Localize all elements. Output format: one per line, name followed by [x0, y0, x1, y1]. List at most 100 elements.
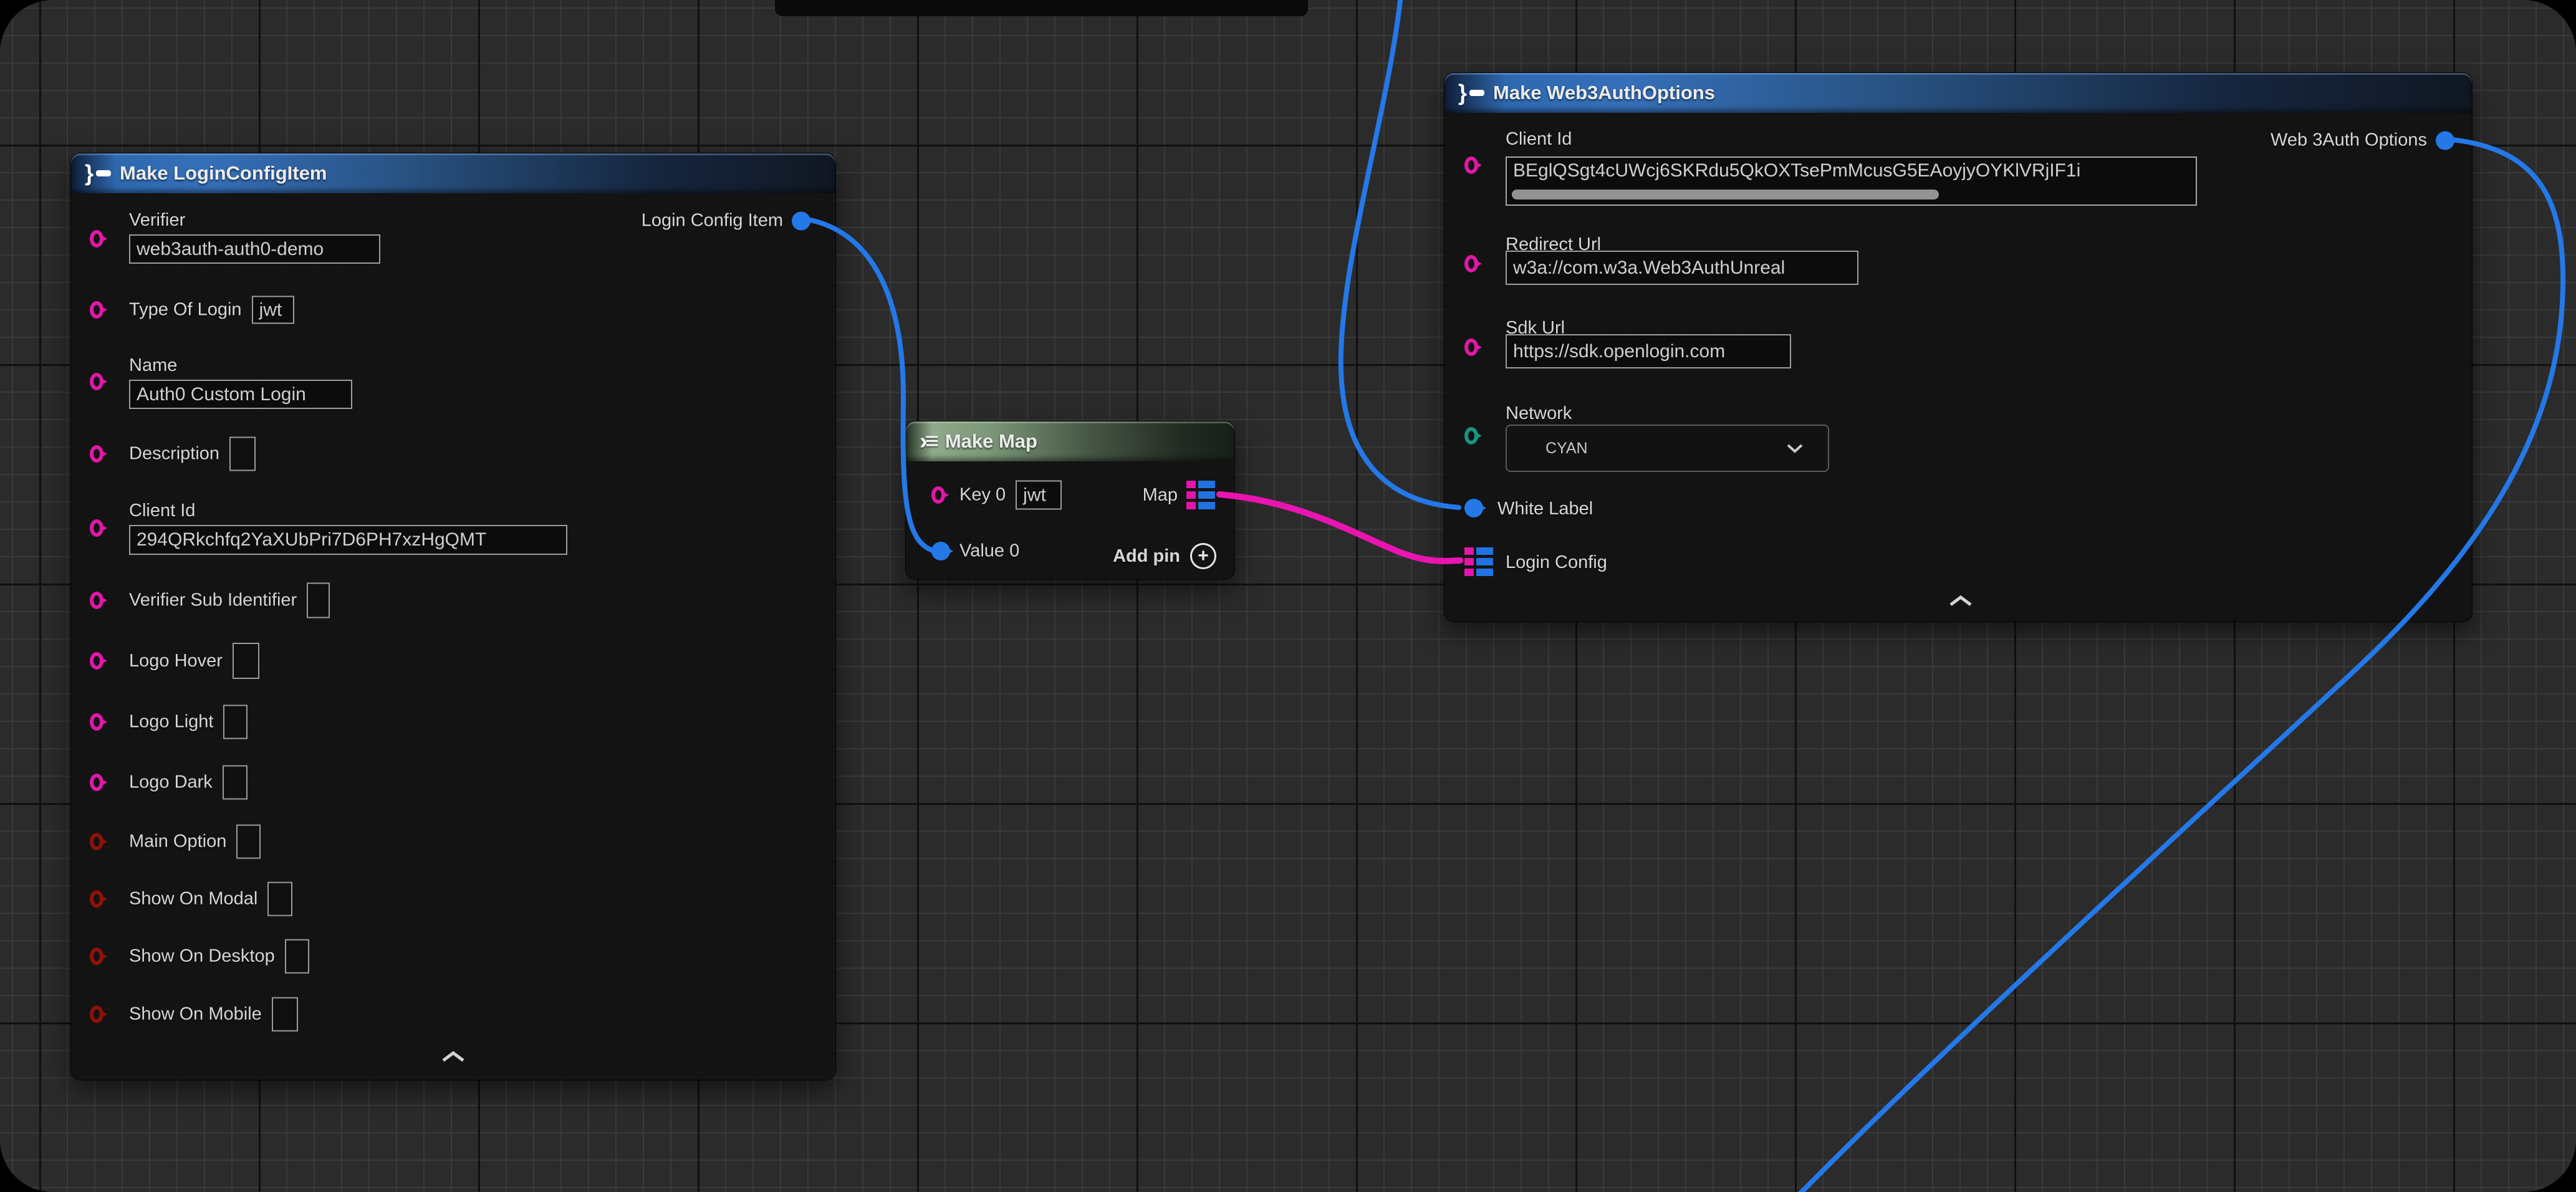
- map-pin-cell: [1476, 569, 1493, 576]
- show-on-mobile-checkbox[interactable]: [272, 997, 298, 1032]
- pin-type-of-login[interactable]: [90, 301, 103, 319]
- pin-logo-hover[interactable]: [90, 652, 103, 670]
- row-main-option: Main Option: [129, 825, 261, 859]
- show-on-modal-label: Show On Modal: [129, 889, 257, 910]
- description-label: Description: [129, 444, 219, 464]
- row-verifier-sub-identifier: Verifier Sub Identifier: [129, 583, 330, 618]
- row-show-on-modal: Show On Modal: [129, 882, 292, 916]
- sdk-url-input[interactable]: https://sdk.openlogin.com: [1506, 334, 1791, 368]
- logo-dark-label: Logo Dark: [129, 772, 213, 793]
- output-row-map: Map: [1143, 481, 1215, 509]
- map-pin-cell: [1476, 547, 1493, 555]
- blueprint-graph-canvas[interactable]: } Make LoginConfigItem Login Config Item: [0, 0, 2576, 1192]
- row-verifier: Verifier web3auth-auth0-demo: [129, 210, 380, 264]
- show-on-desktop-checkbox[interactable]: [285, 940, 309, 974]
- client-id-input[interactable]: 294QRkchfq2YaXUbPri7D6PH7xzHgQMT: [129, 525, 567, 555]
- node-title: Make Map: [945, 430, 1037, 453]
- redirect-url-input[interactable]: w3a://com.w3a.Web3AuthUnreal: [1506, 251, 1858, 285]
- add-pin-plus-icon: +: [1190, 543, 1216, 569]
- logo-dark-input[interactable]: [223, 766, 248, 800]
- node-title: Make Web3AuthOptions: [1493, 82, 1715, 104]
- collapse-chevron-icon[interactable]: [1948, 594, 1974, 611]
- verifier-sub-identifier-input[interactable]: [307, 583, 330, 618]
- collapse-chevron-icon[interactable]: [440, 1050, 466, 1067]
- make-map-icon: ›≡: [920, 428, 936, 455]
- map-pin-cell: [1464, 569, 1474, 576]
- row-logo-hover: Logo Hover: [129, 643, 259, 679]
- pin-main-option[interactable]: [90, 833, 103, 850]
- node-make-loginconfigitem[interactable]: } Make LoginConfigItem Login Config Item: [70, 153, 836, 1080]
- wire-top-to-white-label[interactable]: [1341, 0, 1459, 507]
- output-row-web3auth-options: Web 3Auth Options: [2271, 130, 2454, 151]
- web3auth-options-output-label: Web 3Auth Options: [2271, 130, 2427, 151]
- wire-map-to-login-config[interactable]: [1219, 494, 1460, 561]
- pin-sdk-url[interactable]: [1464, 339, 1478, 356]
- map-pin-cell: [1198, 481, 1215, 488]
- pin-logo-dark[interactable]: [90, 774, 103, 791]
- node-header-make-web3authoptions[interactable]: } Make Web3AuthOptions: [1444, 73, 2472, 113]
- type-of-login-input[interactable]: jwt: [252, 296, 294, 324]
- map-pin-cell: [1198, 502, 1215, 509]
- network-selected-value: CYAN: [1545, 440, 1785, 458]
- name-input[interactable]: Auth0 Custom Login: [129, 380, 352, 409]
- show-on-mobile-label: Show On Mobile: [129, 1004, 262, 1025]
- pin-redirect-url[interactable]: [1464, 255, 1478, 272]
- main-option-label: Main Option: [129, 832, 226, 852]
- row-show-on-desktop: Show On Desktop: [129, 940, 309, 974]
- map-pin-cell: [1186, 481, 1196, 488]
- pin-login-config[interactable]: [1464, 547, 1493, 576]
- pin-logo-light[interactable]: [90, 713, 103, 731]
- row-logo-light: Logo Light: [129, 705, 248, 739]
- row-name: Name Auth0 Custom Login: [129, 355, 352, 409]
- pin-white-label[interactable]: [1464, 499, 1483, 517]
- logo-light-label: Logo Light: [129, 712, 213, 733]
- pin-client-id[interactable]: [1464, 156, 1478, 174]
- client-id-label: Client Id: [1506, 129, 1572, 150]
- show-on-modal-checkbox[interactable]: [267, 882, 292, 916]
- pin-verifier-sub-identifier[interactable]: [90, 592, 103, 609]
- pin-show-on-desktop[interactable]: [90, 948, 103, 965]
- pin-client-id[interactable]: [90, 519, 103, 537]
- map-output-label: Map: [1143, 485, 1178, 506]
- verifier-label: Verifier: [129, 210, 380, 231]
- node-header-make-loginconfigitem[interactable]: } Make LoginConfigItem: [71, 153, 835, 193]
- type-of-login-label: Type Of Login: [129, 300, 242, 320]
- pin-show-on-mobile[interactable]: [90, 1006, 103, 1023]
- pin-show-on-modal[interactable]: [90, 890, 103, 908]
- logo-hover-input[interactable]: [233, 643, 259, 679]
- pin-verifier[interactable]: [90, 230, 103, 248]
- network-dropdown[interactable]: CYAN: [1506, 425, 1829, 472]
- map-pin-cell: [1464, 558, 1474, 565]
- row-client-id: Client Id 294QRkchfq2YaXUbPri7D6PH7xzHgQ…: [129, 501, 567, 555]
- chevron-down-icon: [1785, 443, 1804, 454]
- logo-light-input[interactable]: [223, 705, 248, 739]
- node-make-map[interactable]: ›≡ Make Map Key 0 jwt Map Value 0: [905, 421, 1235, 580]
- network-label: Network: [1506, 403, 1572, 424]
- verifier-input[interactable]: web3auth-auth0-demo: [129, 234, 380, 264]
- pin-login-config-item-out[interactable]: [792, 211, 810, 230]
- client-id-hscrollbar[interactable]: [1512, 190, 1939, 199]
- pin-description[interactable]: [90, 445, 103, 463]
- add-pin-label: Add pin: [1113, 546, 1180, 567]
- white-label-label: White Label: [1497, 499, 1593, 519]
- map-pin-cell: [1186, 502, 1196, 509]
- show-on-desktop-label: Show On Desktop: [129, 946, 275, 967]
- add-pin-button[interactable]: Add pin +: [1113, 543, 1216, 569]
- logo-hover-label: Logo Hover: [129, 651, 223, 671]
- node-title: Make LoginConfigItem: [120, 162, 327, 185]
- row-logo-dark: Logo Dark: [129, 766, 248, 800]
- node-make-web3authoptions[interactable]: } Make Web3AuthOptions Web 3Auth Options…: [1444, 72, 2473, 622]
- output-label: Login Config Item: [642, 211, 783, 231]
- pin-name[interactable]: [90, 373, 103, 390]
- pin-key-0[interactable]: [931, 486, 945, 504]
- key-0-input[interactable]: jwt: [1016, 481, 1062, 510]
- map-pin-cell: [1464, 547, 1474, 555]
- description-input[interactable]: [229, 437, 256, 471]
- main-option-checkbox[interactable]: [236, 825, 261, 859]
- node-header-make-map[interactable]: ›≡ Make Map: [906, 421, 1234, 461]
- row-key-0: Key 0 jwt: [959, 481, 1062, 510]
- client-id-input[interactable]: BEglQSgt4cUWcj6SKRdu5QkOXTsePmMcusG5EAoy…: [1506, 156, 2197, 206]
- pin-network[interactable]: [1464, 427, 1478, 445]
- map-pin-icon[interactable]: [1186, 481, 1215, 509]
- login-config-label: Login Config: [1506, 552, 1607, 573]
